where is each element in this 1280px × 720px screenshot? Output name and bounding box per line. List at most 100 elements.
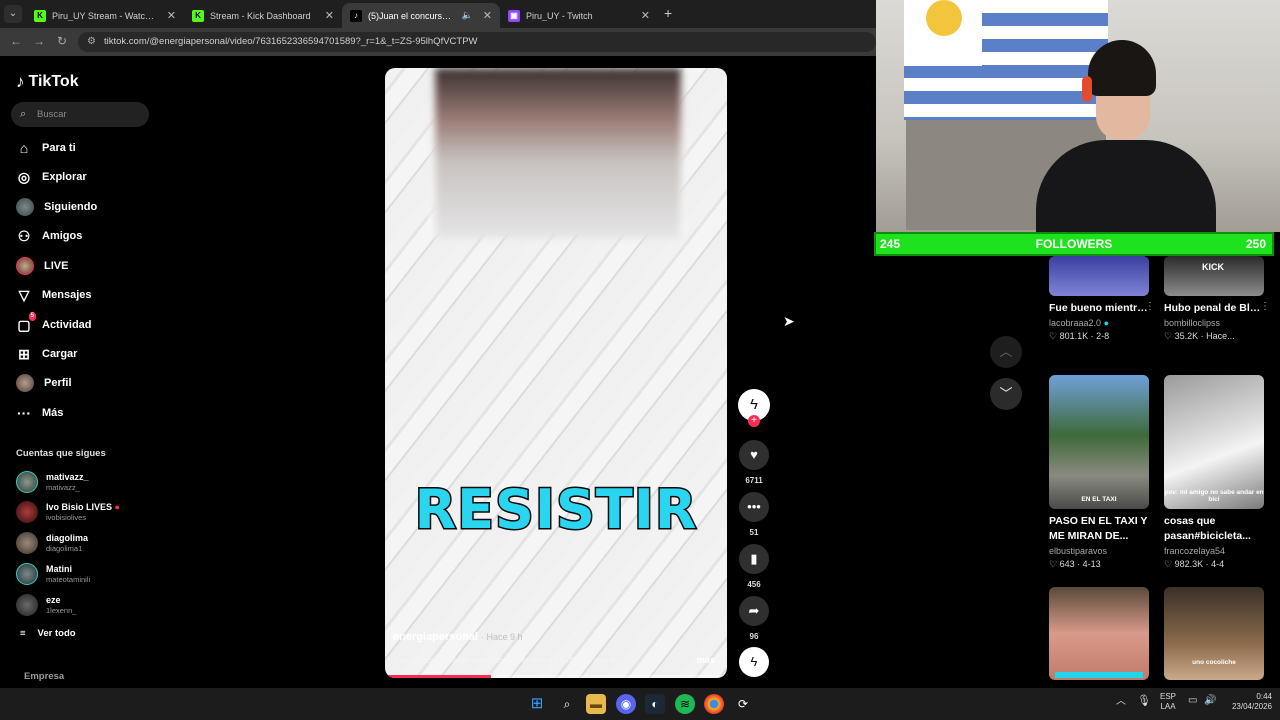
video-player[interactable]: RESISTIR energiapersonal · Hace 9 h Juan… (385, 68, 727, 678)
card-author: elbustiparavos (1049, 546, 1108, 556)
site-info-icon[interactable]: ⚙ (87, 32, 96, 52)
following-header: Cuentas que sigues (16, 448, 106, 459)
recording-app-icon[interactable]: ⟳ (733, 694, 753, 714)
close-icon[interactable]: ✕ (483, 9, 492, 22)
mouse-cursor-icon: ➤ (783, 313, 795, 329)
sidebar-item-label: Más (42, 407, 64, 419)
save-button[interactable]: ▮ 456 (738, 544, 770, 589)
more-options-icon[interactable]: ⋮ (1145, 301, 1155, 312)
sidebar-item-amigos[interactable]: ⚇ Amigos (16, 225, 156, 247)
speaker-icon[interactable]: 🔈 (462, 10, 473, 21)
comment-count: 51 (749, 528, 759, 537)
following-account[interactable]: Matini mateotaminili (16, 562, 156, 586)
recommended-video-card[interactable] (1049, 587, 1149, 680)
home-icon: ⌂ (19, 140, 29, 156)
recommended-video-card[interactable]: uno cocoliche (1164, 587, 1264, 680)
tiktok-logo[interactable]: ♪ TikTok (16, 72, 79, 92)
sidebar-item-perfil[interactable]: Perfil (16, 372, 156, 394)
sidebar-item-label: Amigos (42, 230, 83, 242)
recommended-video-card[interactable]: KICK Hubo penal de Blanco a Martíne... ⋮… (1164, 256, 1270, 342)
browser-tab-bar: ⌄ K Piru_UY Stream - Watch Live on ✕ K S… (0, 0, 876, 28)
close-icon[interactable]: ✕ (641, 9, 650, 22)
sidebar-item-label: Perfil (44, 377, 72, 389)
clock[interactable]: 0:44 23/04/2026 (1222, 692, 1272, 712)
reload-icon[interactable]: ↻ (57, 34, 67, 48)
back-icon[interactable]: ← (10, 34, 22, 48)
recommended-video-card[interactable]: EN EL TAXI PASO EN EL TAXI Y ME MIRAN DE… (1049, 375, 1149, 570)
tab-twitch[interactable]: ▣ Piru_UY - Twitch ✕ (500, 3, 658, 28)
url-field[interactable]: ⚙ tiktok.com/@energiapersonal/video/7631… (78, 32, 876, 52)
sidebar-item-actividad[interactable]: ▢ 5 Actividad (16, 312, 156, 336)
following-account[interactable]: Ivo Bisio LIVES ● ivobisiolives (16, 500, 156, 524)
sidebar-item-label: Siguiendo (44, 201, 98, 213)
sidebar-item-live[interactable]: LIVE (16, 255, 156, 277)
card-stats: ♡ 801.1K · 2-8 (1049, 331, 1110, 341)
more-icon: ··· (17, 405, 31, 421)
share-button[interactable]: ➦ 96 (738, 596, 770, 641)
recommended-video-card[interactable]: pov: mi amigo no sabe andar en bici cosa… (1164, 375, 1264, 570)
more-button[interactable]: más (697, 655, 715, 665)
search-placeholder: Buscar (37, 109, 67, 120)
following-account[interactable]: mativazz_ mativazz_ (16, 470, 156, 494)
creator-avatar-button[interactable]: ϟ + (738, 389, 770, 427)
account-handle: mativazz_ (46, 483, 80, 492)
see-all-link[interactable]: ≡ Ver todo (20, 628, 76, 639)
tab-search-button[interactable]: ⌄ (4, 5, 22, 23)
search-icon[interactable]: ⌕ (557, 694, 577, 714)
steam-icon[interactable]: ◐ (645, 694, 665, 714)
video-progress-bar[interactable] (385, 675, 727, 678)
sidebar-item-cargar[interactable]: ⊞ Cargar (16, 343, 156, 365)
next-video-button[interactable]: ﹀ (990, 378, 1022, 410)
like-button[interactable]: ♥ 6711 (738, 440, 770, 485)
tab-title: (5)Juan el concursante mex (368, 10, 452, 21)
sidebar-item-explorar[interactable]: ◎ Explorar (16, 166, 156, 188)
activity-icon: ▢ 5 (17, 312, 36, 333)
followers-current: 245 (880, 237, 901, 251)
tab-tiktok-video[interactable]: ♪ (5)Juan el concursante mex 🔈 ✕ (342, 3, 500, 28)
music-disc-button[interactable]: ϟ (738, 647, 770, 677)
recommended-video-card[interactable]: Fue bueno mientras duró 😂 ... ⋮ lacobraa… (1049, 256, 1155, 342)
account-name: mativazz_ (46, 472, 89, 482)
video-thumbnail (1049, 587, 1149, 680)
share-icon: ➦ (739, 596, 769, 626)
footer-link[interactable]: Empresa (24, 671, 64, 682)
search-input[interactable]: ⌕ Buscar (11, 102, 149, 127)
bolt-icon: ϟ + (738, 389, 770, 427)
account-handle: mateotaminili (46, 575, 91, 584)
microphone-icon[interactable]: 🎙 (1137, 696, 1151, 707)
network-icon[interactable]: ▭ (1188, 696, 1197, 706)
follow-plus-icon[interactable]: + (748, 415, 760, 427)
language-indicator[interactable]: ESP LAA (1160, 692, 1176, 712)
windows-start-icon[interactable]: ⊞ (527, 694, 547, 714)
upload-icon: ⊞ (18, 346, 30, 362)
sidebar-item-mas[interactable]: ··· Más (16, 402, 156, 424)
previous-video-button[interactable]: ︿ (990, 336, 1022, 368)
close-icon[interactable]: ✕ (167, 9, 176, 22)
tab-kick-stream[interactable]: K Piru_UY Stream - Watch Live on ✕ (26, 3, 184, 28)
spotify-icon[interactable]: ≋ (675, 694, 695, 714)
new-tab-button[interactable]: + (664, 5, 672, 21)
discord-icon[interactable]: ◉ (616, 694, 636, 714)
following-account[interactable]: diagolima diagolima1 (16, 531, 156, 555)
forward-icon[interactable]: → (33, 34, 45, 48)
comment-button[interactable]: ••• 51 (738, 492, 770, 537)
chrome-icon[interactable] (704, 694, 724, 714)
post-time: · Hace 9 h (481, 632, 523, 642)
close-icon[interactable]: ✕ (325, 9, 334, 22)
volume-icon[interactable]: 🔊 (1204, 696, 1216, 706)
taskbar: ⊞ ⌕ ▬ ◉ ◐ ≋ ⟳ ︿ 🎙 ESP LAA ▭ 🔊 0:44 23/04/2… (0, 688, 1280, 720)
avatar (16, 257, 34, 275)
sidebar-item-para-ti[interactable]: ⌂ Para ti (16, 137, 156, 159)
tab-title: Piru_UY Stream - Watch Live on (52, 10, 157, 21)
following-account[interactable]: eze 1lexenn_ (16, 593, 156, 617)
sidebar-item-siguiendo[interactable]: Siguiendo (16, 196, 156, 218)
folder-icon[interactable]: ▬ (586, 694, 606, 714)
friends-icon: ⚇ (17, 228, 31, 244)
tab-kick-dashboard[interactable]: K Stream - Kick Dashboard ✕ (184, 3, 342, 28)
kick-icon: K (34, 9, 46, 22)
kick-icon: K (192, 9, 204, 22)
video-author[interactable]: energiapersonal · Hace 9 h (393, 631, 523, 643)
sidebar-item-mensajes[interactable]: ▽ Mensajes (16, 284, 156, 306)
chevron-up-icon[interactable]: ︿ (1116, 697, 1126, 707)
more-options-icon[interactable]: ⋮ (1260, 301, 1270, 312)
